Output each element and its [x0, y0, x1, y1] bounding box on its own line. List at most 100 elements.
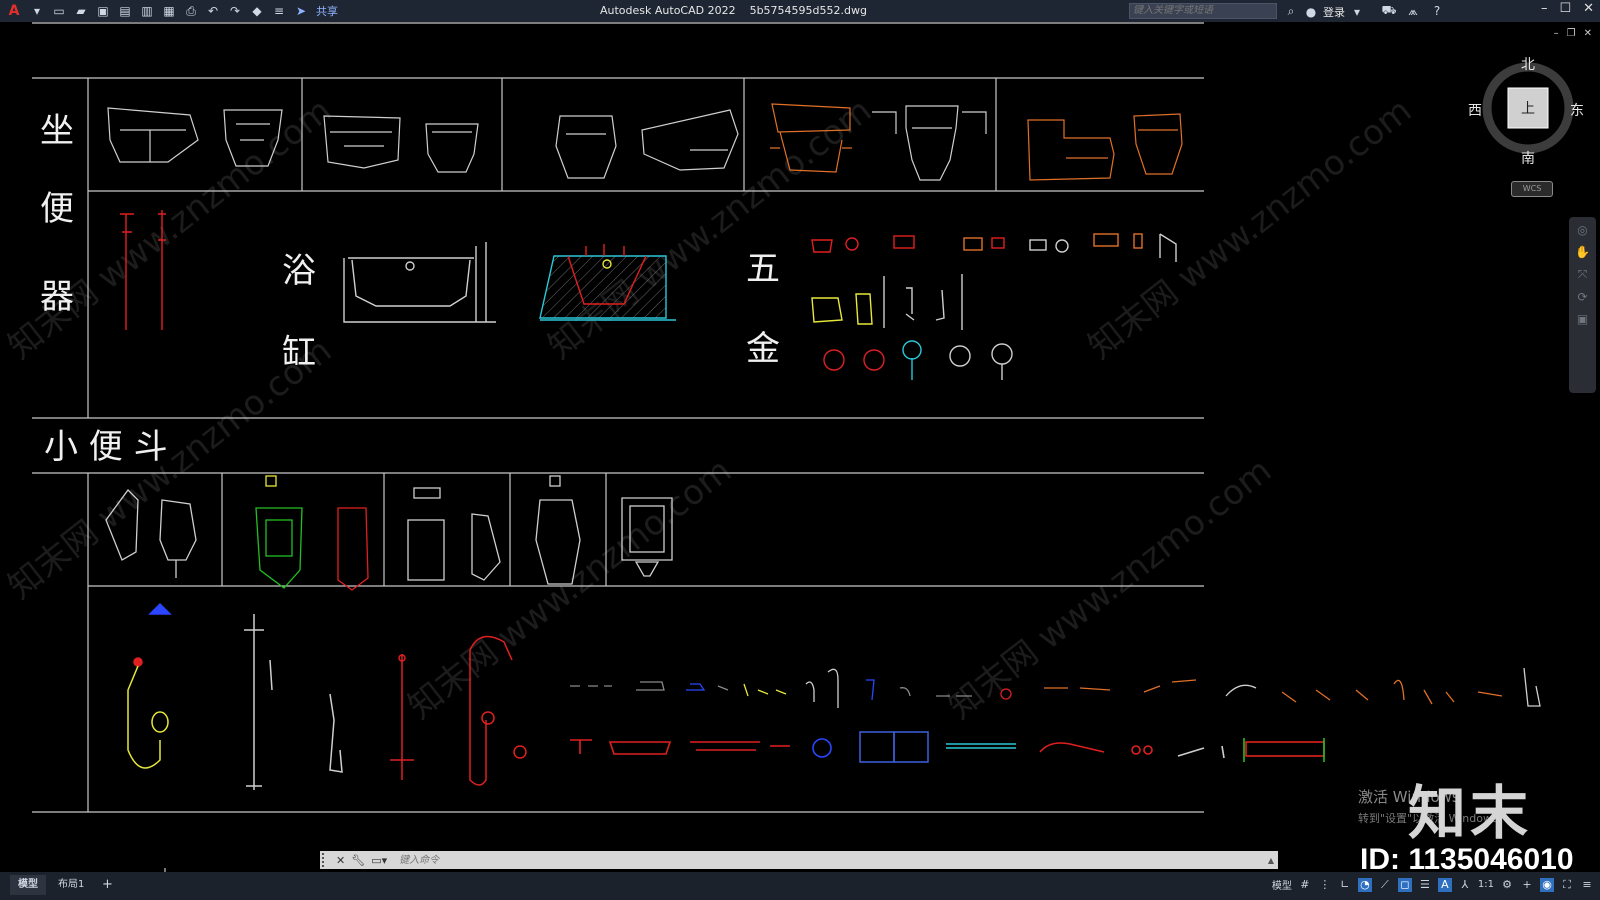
handheld-shower-1[interactable] [127, 602, 172, 769]
save-icon[interactable]: ▣ [94, 2, 112, 20]
save-as-icon[interactable]: ▤ [116, 2, 134, 20]
tab-model[interactable]: 模型 [10, 875, 46, 895]
share-icon[interactable]: ➤ [292, 2, 310, 20]
shower-column-2[interactable] [329, 693, 343, 773]
zoom-icon[interactable]: ⤧ [1578, 267, 1588, 282]
status-tools: 模型 # ⋮ ∟ ◔ ⟋ ◻ ☰ A ⅄ 1:1 ⚙ + ◉ ⛶ ≡ [1272, 877, 1594, 892]
workspace-icon[interactable]: ◆ [248, 2, 266, 20]
watermark-layer: 知末网 www.znzmo.com 知末网 www.znzmo.com 知末网 … [1, 91, 1419, 727]
cart-icon[interactable]: ⛟ [1380, 2, 1398, 20]
label-toilet-1: 坐 [40, 111, 74, 151]
navigation-bar: ◎ ✋ ⤧ ⟳ ▣ [1569, 217, 1596, 393]
faucet-set-row-1[interactable] [570, 667, 1541, 708]
plot-preview-icon[interactable]: ▦ [160, 2, 178, 20]
window-controls: – ☐ ✕ [1541, 1, 1594, 16]
recent-commands-icon[interactable]: ▭▾ [371, 854, 387, 867]
snap-icon[interactable]: ⋮ [1318, 878, 1332, 892]
maximize-icon[interactable]: ☐ [1559, 1, 1571, 16]
drawing-window-controls: – ❐ ✕ [1554, 28, 1592, 39]
minimize-icon[interactable]: – [1541, 1, 1548, 16]
login-button[interactable]: ● 登录 ▾ [1302, 3, 1366, 21]
toilet-block-2[interactable] [323, 115, 479, 173]
chevron-down-icon[interactable]: ▾ [28, 2, 46, 20]
open-folder-icon[interactable]: ▰ [72, 2, 90, 20]
polar-icon[interactable]: ◔ [1357, 877, 1372, 892]
toilet-block-5[interactable] [872, 105, 987, 181]
gear-icon[interactable]: ⚙ [1500, 878, 1514, 892]
search-input[interactable] [1129, 3, 1277, 19]
tab-layout1[interactable]: 布局1 [50, 875, 92, 895]
steering-wheel-icon[interactable]: ◎ [1577, 223, 1587, 237]
lineweight-icon[interactable]: ☰ [1418, 878, 1432, 892]
drawing-svg[interactable]: 知末网 www.znzmo.com 知末网 www.znzmo.com 知末网 … [0, 22, 1600, 872]
publish-icon[interactable]: ▥ [138, 2, 156, 20]
drawing-canvas[interactable]: 知末网 www.znzmo.com 知末网 www.znzmo.com 知末网 … [0, 22, 1600, 872]
restore-icon[interactable]: ❐ [1567, 28, 1576, 39]
brand-watermark: 知末 [1408, 779, 1533, 847]
window-title: Autodesk AutoCAD 2022 5b5754595d552.dwg [600, 4, 867, 17]
undo-icon[interactable]: ↶ [204, 2, 222, 20]
annotation-visibility-icon[interactable]: A [1437, 877, 1452, 892]
login-label: 登录 [1323, 6, 1345, 19]
autodesk-app-icon[interactable]: ⩕ [1404, 2, 1422, 20]
object-snap-icon[interactable]: ◻ [1397, 877, 1412, 892]
command-input[interactable] [397, 853, 1222, 867]
customize-icon[interactable]: ≡ [270, 2, 288, 20]
customize-menu-icon[interactable]: ≡ [1580, 878, 1594, 892]
faucet-set-row-2[interactable] [570, 731, 1325, 763]
ortho-icon[interactable]: ∟ [1338, 878, 1352, 892]
title-bar: A ▾ ▭ ▰ ▣ ▤ ▥ ▦ ⎙ ↶ ↷ ◆ ≡ ➤ 共享 Autodesk … [0, 0, 1600, 22]
watermark-text: 知末网 www.znzmo.com [941, 451, 1279, 727]
fullscreen-icon[interactable]: ⛶ [1560, 878, 1574, 892]
compass-north[interactable]: 北 [1521, 54, 1535, 74]
grid-icon[interactable]: # [1298, 878, 1312, 892]
urinal-block-3[interactable] [407, 487, 501, 581]
viewcube-face-top[interactable]: 上 [1521, 98, 1535, 118]
label-bathtub-2: 缸 [282, 333, 316, 373]
scale-readout[interactable]: 1:1 [1478, 879, 1494, 890]
model-space-button[interactable]: 模型 [1272, 877, 1292, 892]
pan-icon[interactable]: ✋ [1575, 245, 1590, 259]
wrench-icon[interactable]: 🔧︎ [351, 854, 365, 867]
toilet-block-3[interactable] [555, 109, 739, 179]
watermark-text: 知末网 www.znzmo.com [541, 91, 879, 367]
orbit-icon[interactable]: ⟳ [1577, 290, 1587, 304]
isolate-objects-icon[interactable]: ◉ [1540, 877, 1554, 892]
compass-south[interactable]: 南 [1521, 148, 1535, 168]
redo-icon[interactable]: ↷ [226, 2, 244, 20]
chevron-up-icon[interactable]: ▲ [1268, 856, 1274, 865]
shower-column-1[interactable] [244, 614, 273, 790]
close-icon[interactable]: ✕ [336, 854, 345, 867]
annotation-scale-icon[interactable]: ⅄ [1458, 878, 1472, 892]
isodraft-icon[interactable]: ⟋ [1378, 878, 1392, 892]
shower-faucets[interactable] [127, 602, 1541, 790]
close-icon[interactable]: ✕ [1583, 1, 1594, 16]
plus-icon[interactable]: + [1520, 878, 1534, 892]
toilet-block-6[interactable] [1027, 113, 1183, 181]
close-icon[interactable]: ✕ [1584, 28, 1592, 39]
bath-hardware[interactable] [120, 210, 1177, 380]
print-icon[interactable]: ⎙ [182, 2, 200, 20]
compass-west[interactable]: 西 [1468, 100, 1482, 120]
urinal-block-2[interactable] [255, 475, 369, 591]
quick-access-toolbar: A ▾ ▭ ▰ ▣ ▤ ▥ ▦ ⎙ ↶ ↷ ◆ ≡ ➤ 共享 [0, 0, 338, 22]
command-line-grip[interactable] [322, 853, 330, 867]
label-urinal: 小 便 斗 [44, 427, 168, 467]
viewcube[interactable]: 上 北 南 西 东 [1468, 57, 1584, 167]
label-bathtub-1: 浴 [282, 251, 316, 291]
minimize-icon[interactable]: – [1554, 28, 1559, 39]
compass-east[interactable]: 东 [1570, 100, 1584, 120]
label-toilet-2: 便 [40, 189, 74, 229]
showmotion-icon[interactable]: ▣ [1577, 312, 1588, 326]
bathtub-section[interactable] [539, 244, 676, 321]
search-icon[interactable]: ⌕ [1282, 2, 1300, 20]
app-logo-icon[interactable]: A [4, 2, 24, 20]
share-label[interactable]: 共享 [316, 3, 338, 19]
user-icon: ● [1305, 5, 1317, 19]
new-file-icon[interactable]: ▭ [50, 2, 68, 20]
help-icon[interactable]: ? [1428, 2, 1446, 20]
wcs-menu[interactable]: WCS [1511, 181, 1553, 197]
add-layout-button[interactable]: + [94, 875, 121, 895]
bathtub-1[interactable] [343, 242, 496, 323]
chevron-down-icon[interactable]: ▾ [1348, 3, 1366, 21]
